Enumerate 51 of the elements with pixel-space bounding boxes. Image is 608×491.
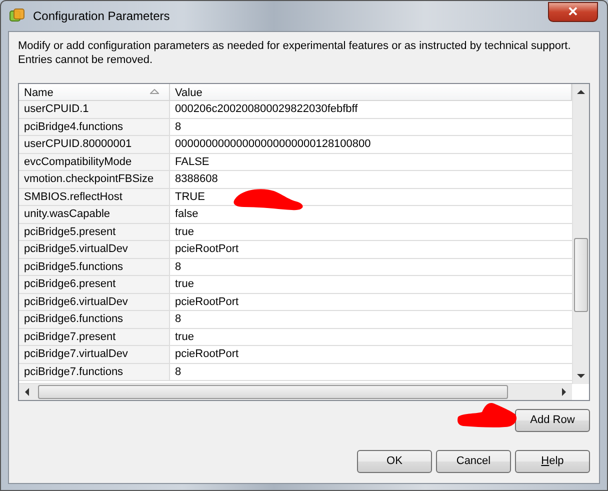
value-cell: true xyxy=(175,330,194,342)
name-cell: userCPUID.80000001 xyxy=(24,138,132,150)
value-cell: 8 xyxy=(175,120,182,132)
scroll-thumb[interactable] xyxy=(574,238,588,312)
name-cell: pciBridge6.functions xyxy=(24,313,124,325)
name-cell: pciBridge5.functions xyxy=(24,260,124,272)
name-cell: pciBridge6.virtualDev xyxy=(24,296,128,308)
value-cell: TRUE xyxy=(175,190,205,202)
scribble-mark xyxy=(457,401,519,429)
value-cell: 8388608 xyxy=(175,173,218,185)
name-cell: pciBridge7.present xyxy=(24,330,116,342)
dialog-button[interactable]: Help xyxy=(515,450,590,473)
name-cell: pciBridge7.functions xyxy=(24,366,124,378)
value-cell: FALSE xyxy=(175,156,210,168)
value-cell: pcieRootPort xyxy=(175,348,239,360)
name-cell: vmotion.checkpointFBSize xyxy=(24,173,154,185)
name-cell: pciBridge6.present xyxy=(24,278,116,290)
value-cell: true xyxy=(175,226,194,238)
value-cell: true xyxy=(175,278,194,290)
vertical-scrollbar[interactable] xyxy=(572,84,589,384)
value-cell: pcieRootPort xyxy=(175,296,239,308)
name-cell: evcCompatibilityMode xyxy=(24,156,132,168)
name-cell: pciBridge5.present xyxy=(24,226,116,238)
dialog-button[interactable]: OK xyxy=(357,450,432,473)
value-cell: 8 xyxy=(175,260,182,272)
value-cell: 000206c200200800029822030febfbff xyxy=(175,103,358,115)
app-icon xyxy=(9,8,25,24)
name-cell: unity.wasCapable xyxy=(24,208,110,220)
name-cell: userCPUID.1 xyxy=(24,103,89,115)
window-title: Configuration Parameters xyxy=(33,8,170,25)
name-cell: pciBridge7.virtualDev xyxy=(24,348,128,360)
add-row-button[interactable]: Add Row xyxy=(515,409,590,432)
scroll-up-icon[interactable] xyxy=(577,89,585,94)
name-cell: SMBIOS.reflectHost xyxy=(24,190,122,202)
scroll-right-icon[interactable] xyxy=(562,388,567,396)
scroll-left-icon[interactable] xyxy=(24,388,29,396)
description-text: Modify or add configuration parameters as needed for experimental features or as instructed by technical support. Entries cannot be removed. xyxy=(18,39,572,67)
value-cell: pcieRootPort xyxy=(175,243,239,255)
name-cell: pciBridge4.functions xyxy=(24,120,124,132)
value-cell: 8 xyxy=(175,366,182,378)
close-button[interactable]: ✕ xyxy=(548,2,598,22)
value-cell: 00000000000000000000000128100800 xyxy=(175,138,371,150)
value-cell: false xyxy=(175,208,198,220)
sort-icon xyxy=(150,89,159,94)
scroll-thumb[interactable] xyxy=(38,385,508,399)
dialog-button[interactable]: Cancel xyxy=(436,450,511,473)
horizontal-scrollbar[interactable] xyxy=(19,383,572,400)
scroll-down-icon[interactable] xyxy=(577,374,585,379)
column-header[interactable]: Name xyxy=(19,84,170,100)
name-cell: pciBridge5.virtualDev xyxy=(24,243,128,255)
value-cell: 8 xyxy=(175,313,182,325)
